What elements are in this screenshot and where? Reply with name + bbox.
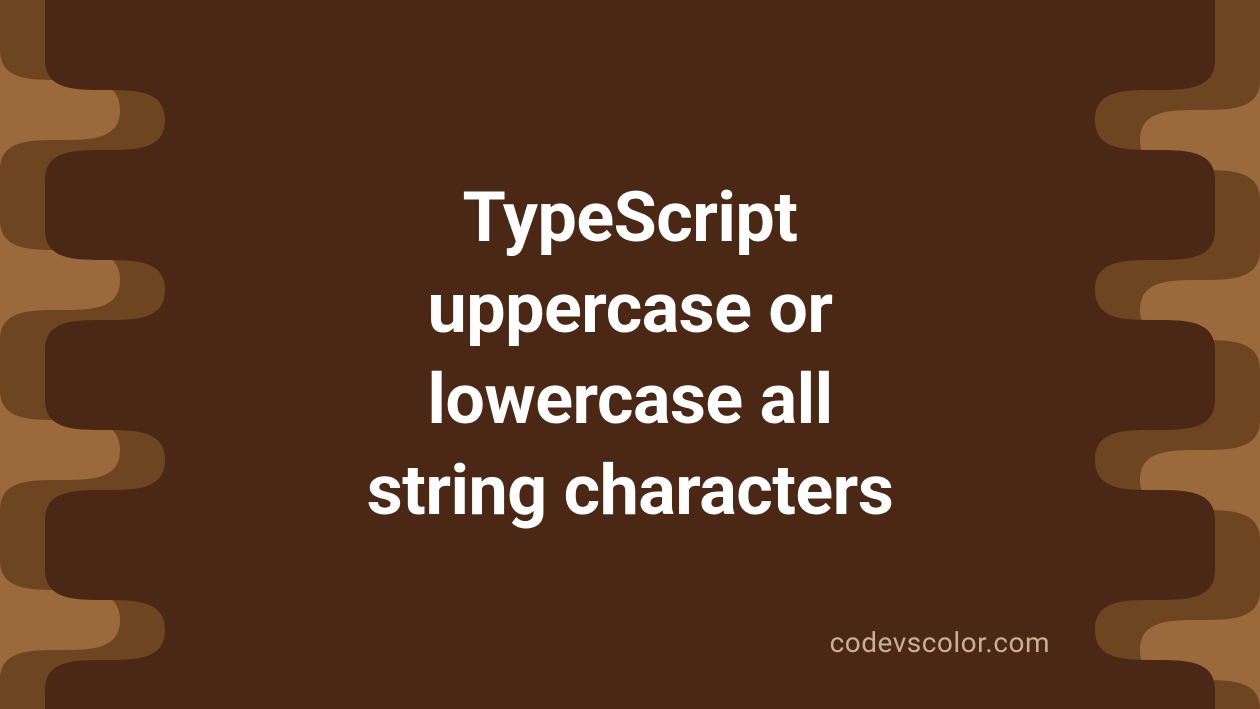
watermark: codevscolor.com	[830, 626, 1050, 659]
title-line-2: uppercase or	[428, 268, 833, 350]
title-line-3: lowercase all	[427, 359, 832, 441]
banner-title: TypeScript uppercase or lowercase all st…	[367, 173, 894, 537]
title-line-4: string characters	[367, 450, 894, 532]
content: TypeScript uppercase or lowercase all st…	[367, 173, 894, 537]
banner: TypeScript uppercase or lowercase all st…	[0, 0, 1260, 709]
title-line-1: TypeScript	[463, 177, 798, 259]
